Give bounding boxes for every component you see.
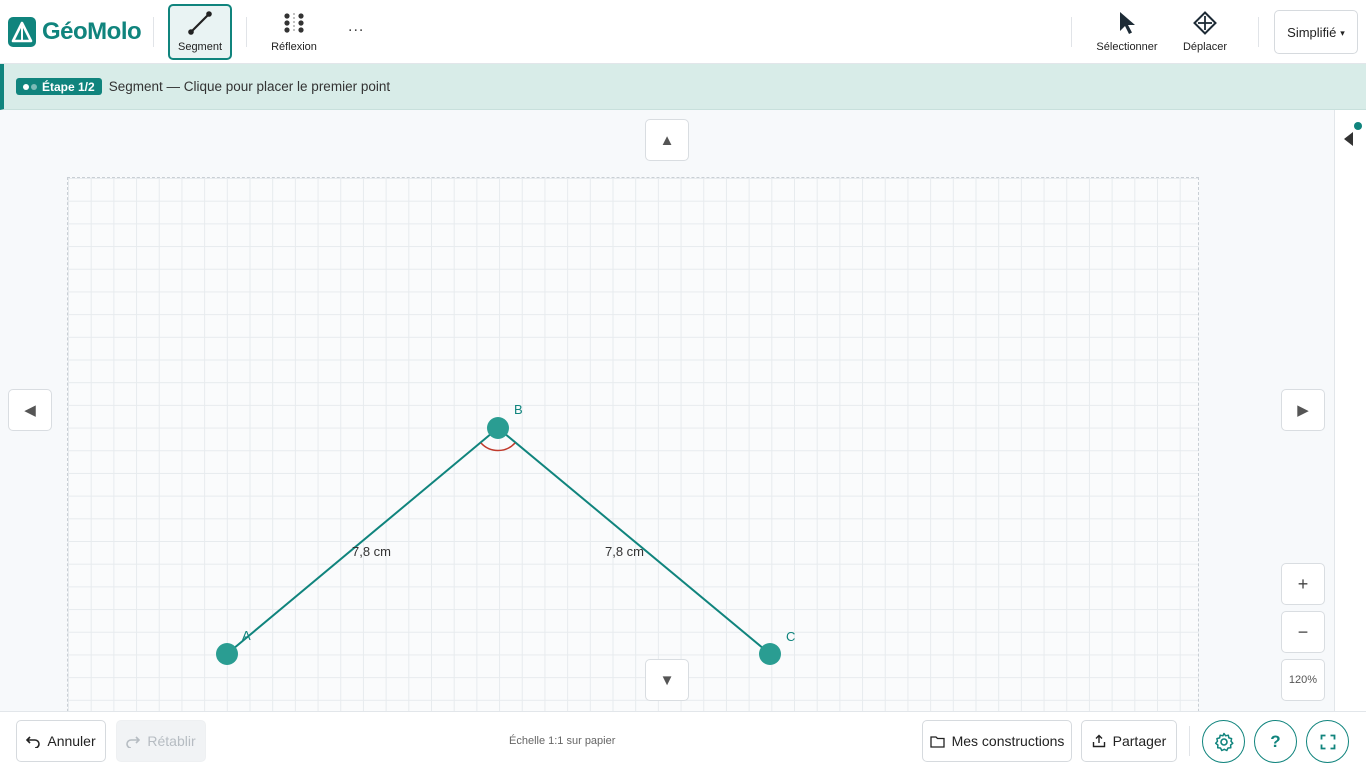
divider <box>1071 17 1072 47</box>
folder-icon <box>929 735 945 748</box>
settings-button[interactable] <box>1202 720 1245 763</box>
redo-icon <box>126 736 141 748</box>
share-button[interactable]: Partager <box>1081 720 1177 762</box>
app-logo: GéoMolo <box>8 16 142 48</box>
reflexion-tool-label: Réflexion <box>271 41 317 53</box>
point-c[interactable] <box>759 643 781 665</box>
top-toolbar: GéoMolo Segment Réflexion ... Sélectionn… <box>0 0 1366 64</box>
mode-dropdown[interactable]: Simplifié ▾ <box>1274 10 1358 54</box>
segment-icon <box>187 10 213 36</box>
reflexion-icon <box>282 10 306 36</box>
angle-mark-b <box>480 442 516 452</box>
zoom-level-display[interactable]: 120% <box>1281 659 1325 701</box>
notification-dot <box>1354 122 1362 130</box>
segment-tool-label: Segment <box>177 41 223 53</box>
zoom-in-button[interactable]: + <box>1281 563 1325 605</box>
arrow-left-icon: ◀ <box>24 402 36 419</box>
bottom-bar: Annuler Rétablir Échelle 1:1 sur papier … <box>0 711 1366 768</box>
divider <box>1258 17 1259 47</box>
share-icon <box>1092 734 1105 748</box>
share-label: Partager <box>1112 733 1167 749</box>
collapse-panel-icon[interactable] <box>1344 132 1353 146</box>
select-tool-button[interactable]: Sélectionner <box>1092 4 1162 60</box>
fullscreen-button[interactable] <box>1306 720 1349 763</box>
my-constructions-button[interactable]: Mes constructions <box>922 720 1072 762</box>
gear-icon <box>1214 732 1234 751</box>
geometry-figure: A B C 7,8 cm 7,8 cm <box>216 402 795 665</box>
mode-label: Simplifié <box>1287 24 1337 40</box>
arrow-up-icon: ▲ <box>659 131 675 149</box>
segment-tool-button[interactable]: Segment <box>168 4 232 60</box>
step-badge-label: Étape 1/2 <box>42 79 95 94</box>
pan-left-button[interactable]: ◀ <box>8 389 52 431</box>
point-a[interactable] <box>216 643 238 665</box>
step-instruction-bar: Étape 1/2 Segment — Clique pour placer l… <box>0 64 1366 110</box>
zoom-out-button[interactable]: − <box>1281 611 1325 653</box>
segment-ab[interactable] <box>226 427 499 655</box>
pan-down-button[interactable]: ▼ <box>645 659 689 701</box>
step-progress-dots-icon <box>23 83 37 90</box>
question-icon: ? <box>1270 731 1281 751</box>
app-name: GéoMolo <box>42 18 142 45</box>
divider <box>246 17 247 47</box>
more-tools-button[interactable]: ... <box>348 18 364 36</box>
chevron-down-icon: ▾ <box>1340 27 1345 38</box>
plus-icon: + <box>1297 573 1309 594</box>
point-b[interactable] <box>487 417 509 439</box>
redo-label: Rétablir <box>147 733 196 749</box>
arrow-down-icon: ▼ <box>659 671 675 689</box>
point-b-label: B <box>514 402 523 417</box>
undo-icon <box>26 736 41 748</box>
zoom-level: 120% <box>1288 674 1318 686</box>
undo-button[interactable]: Annuler <box>16 720 106 762</box>
select-tool-label: Sélectionner <box>1096 41 1158 53</box>
minus-icon: − <box>1297 621 1309 642</box>
help-button[interactable]: ? <box>1254 720 1297 763</box>
logo-icon <box>8 17 36 47</box>
undo-label: Annuler <box>47 733 96 749</box>
move-tool-label: Déplacer <box>1182 41 1228 53</box>
move-tool-button[interactable]: Déplacer <box>1176 4 1234 60</box>
divider <box>1189 726 1190 756</box>
point-a-label: A <box>242 628 251 643</box>
move-icon <box>1193 10 1217 36</box>
step-badge: Étape 1/2 <box>16 78 102 95</box>
segment-ab-length: 7,8 cm <box>352 544 391 559</box>
drawing-workspace[interactable]: A B C 7,8 cm 7,8 cm ▲ ▼ ◀ ▶ + − 120% <box>0 110 1334 711</box>
point-c-label: C <box>786 629 795 644</box>
my-constructions-label: Mes constructions <box>951 733 1065 749</box>
redo-button[interactable]: Rétablir <box>116 720 206 762</box>
arrow-right-icon: ▶ <box>1297 402 1309 419</box>
step-instruction: Segment — Clique pour placer le premier … <box>108 79 391 94</box>
side-panel <box>1334 110 1366 711</box>
cursor-icon <box>1117 10 1137 36</box>
scale-info: Échelle 1:1 sur papier <box>509 735 616 747</box>
pan-up-button[interactable]: ▲ <box>645 119 689 161</box>
reflexion-tool-button[interactable]: Réflexion <box>262 4 326 60</box>
fullscreen-icon <box>1320 734 1335 749</box>
segment-bc-length: 7,8 cm <box>605 544 644 559</box>
divider <box>153 17 154 47</box>
pan-right-button[interactable]: ▶ <box>1281 389 1325 431</box>
segment-bc[interactable] <box>497 427 771 655</box>
